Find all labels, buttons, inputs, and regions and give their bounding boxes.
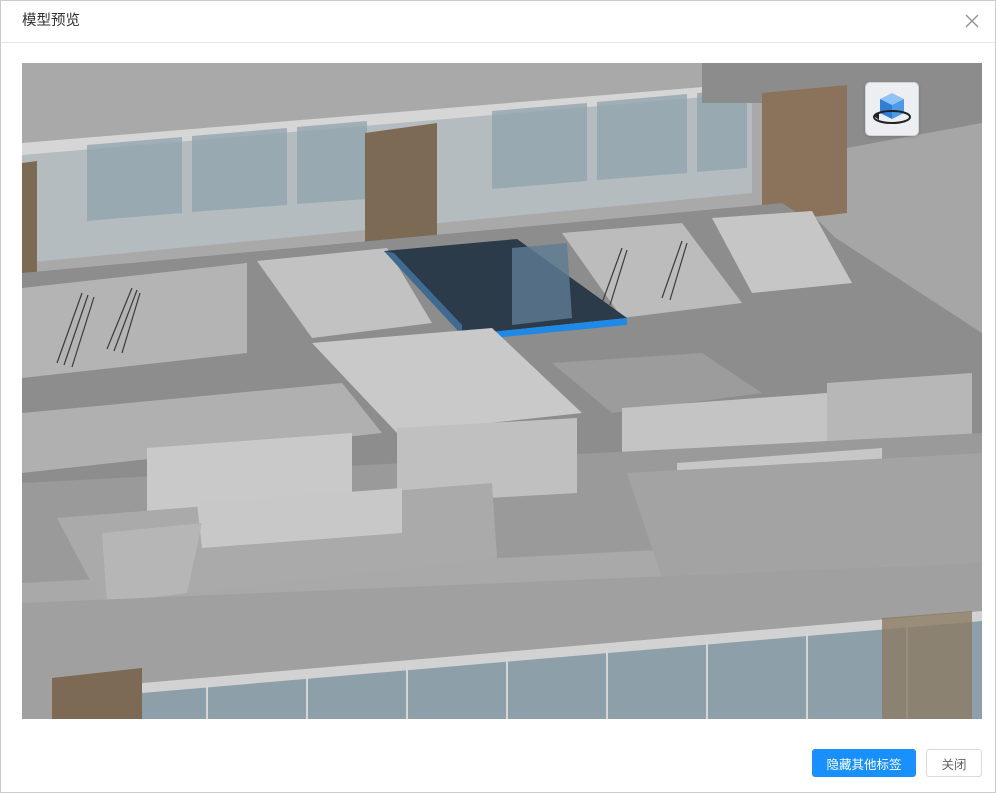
cube-orbit-icon xyxy=(873,93,911,124)
close-icon[interactable] xyxy=(964,13,980,29)
bim-model-render xyxy=(22,63,982,719)
model-preview-dialog: 模型预览 隐藏其他标签 关闭 xyxy=(0,0,996,793)
close-button[interactable]: 关闭 xyxy=(926,749,982,777)
orbit-view-button[interactable] xyxy=(865,82,919,136)
dialog-header: 模型预览 xyxy=(1,1,995,43)
model-viewport[interactable] xyxy=(22,63,982,719)
dialog-title: 模型预览 xyxy=(22,13,80,29)
hide-other-labels-button[interactable]: 隐藏其他标签 xyxy=(812,749,916,777)
